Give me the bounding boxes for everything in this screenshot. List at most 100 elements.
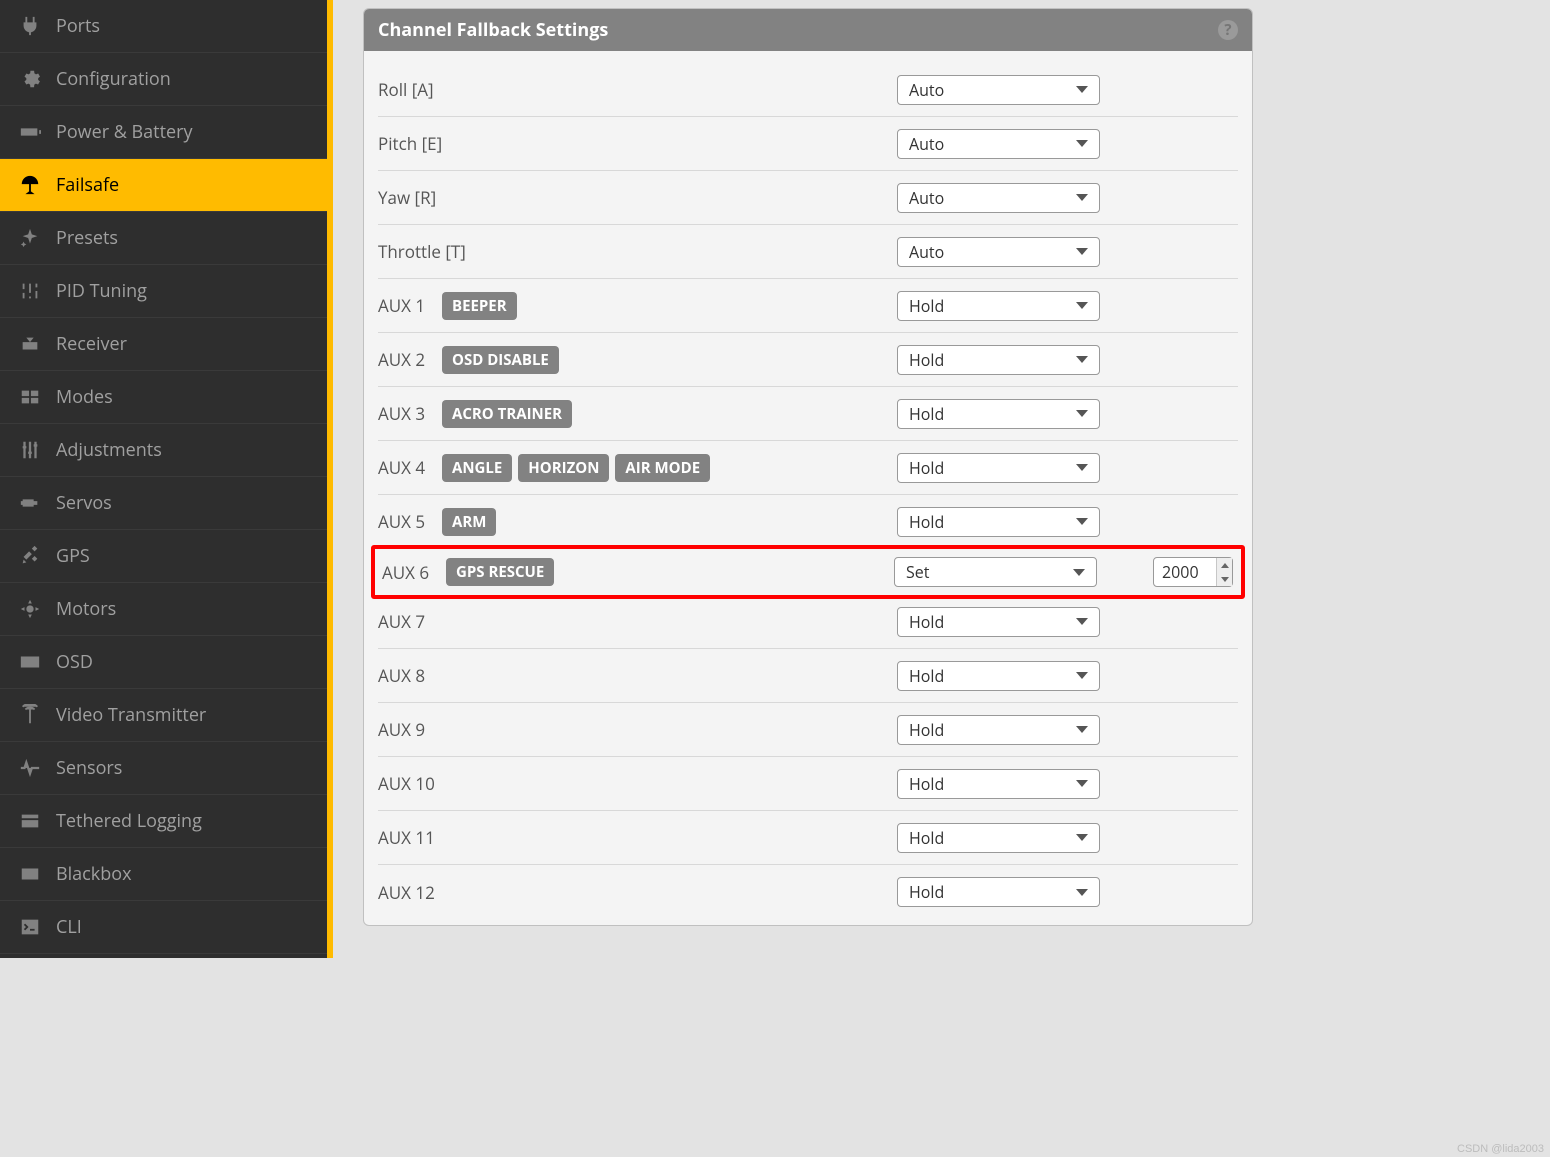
motor-icon <box>18 597 42 621</box>
sidebar-item-label: PID Tuning <box>56 279 147 303</box>
pulse-icon <box>18 756 42 780</box>
fallback-row: AUX 5ARMHold <box>378 495 1238 549</box>
channel-label: AUX 4 <box>378 456 438 479</box>
fallback-mode-select[interactable]: Hold <box>897 399 1100 429</box>
sidebar-item-adjustments[interactable]: Adjustments <box>0 424 327 477</box>
fallback-row: AUX 4ANGLEHORIZONAIR MODEHold <box>378 441 1238 495</box>
fallback-value-input[interactable]: 2000 <box>1153 557 1233 587</box>
fallback-mode-select[interactable]: Set <box>894 557 1097 587</box>
fallback-row: AUX 12Hold <box>378 865 1238 919</box>
chevron-down-icon <box>1076 248 1088 255</box>
select-value: Auto <box>909 133 944 155</box>
fallback-mode-select[interactable]: Hold <box>897 877 1100 907</box>
fallback-mode-select[interactable]: Hold <box>897 607 1100 637</box>
channel-label: AUX 10 <box>378 772 898 795</box>
spinner-buttons[interactable] <box>1216 558 1232 586</box>
channel-label: Pitch [E] <box>378 132 898 155</box>
sidebar-item-ports[interactable]: Ports <box>0 0 327 53</box>
help-icon[interactable]: ? <box>1218 20 1238 40</box>
sidebar-item-label: GPS <box>56 544 90 568</box>
mode-badge: AIR MODE <box>615 454 710 482</box>
sidebar-item-tethered-logging[interactable]: Tethered Logging <box>0 795 327 848</box>
sidebar-item-servos[interactable]: Servos <box>0 477 327 530</box>
fallback-row: AUX 7Hold <box>378 595 1238 649</box>
fallback-mode-select[interactable]: Hold <box>897 769 1100 799</box>
sidebar-item-label: Presets <box>56 226 118 250</box>
modes-icon <box>18 385 42 409</box>
fallback-mode-select[interactable]: Hold <box>897 345 1100 375</box>
sidebar: Ports Configuration Power & Battery Failsaf… <box>0 0 333 958</box>
channel-fallback-panel: Channel Fallback Settings ? Roll [A]Auto… <box>363 8 1253 926</box>
fallback-mode-select[interactable]: Hold <box>897 715 1100 745</box>
chevron-down-icon <box>1076 194 1088 201</box>
fallback-row: Yaw [R]Auto <box>378 171 1238 225</box>
sidebar-item-receiver[interactable]: Receiver <box>0 318 327 371</box>
sidebar-item-failsafe[interactable]: Failsafe <box>0 159 327 212</box>
sidebar-item-osd[interactable]: OSD <box>0 636 327 689</box>
sidebar-item-modes[interactable]: Modes <box>0 371 327 424</box>
sidebar-item-sensors[interactable]: Sensors <box>0 742 327 795</box>
chevron-down-icon <box>1076 464 1088 471</box>
sidebar-item-cli[interactable]: CLI <box>0 901 327 954</box>
step-up-icon[interactable] <box>1217 558 1232 572</box>
mode-badges: GPS RESCUE <box>446 558 554 586</box>
select-value: Hold <box>909 719 944 741</box>
sidebar-item-label: Ports <box>56 14 100 38</box>
mode-badges: ACRO TRAINER <box>442 400 572 428</box>
fallback-mode-select[interactable]: Hold <box>897 507 1100 537</box>
sidebar-item-pid-tuning[interactable]: PID Tuning <box>0 265 327 318</box>
fallback-mode-select[interactable]: Auto <box>897 129 1100 159</box>
fallback-mode-select[interactable]: Auto <box>897 75 1100 105</box>
gear-icon <box>18 67 42 91</box>
fallback-row: AUX 11Hold <box>378 811 1238 865</box>
select-value: Hold <box>909 295 944 317</box>
fallback-mode-select[interactable]: Hold <box>897 453 1100 483</box>
fallback-row: AUX 2OSD DISABLEHold <box>378 333 1238 387</box>
sidebar-item-label: Video Transmitter <box>56 703 206 727</box>
sidebar-item-label: Modes <box>56 385 113 409</box>
select-value: Hold <box>909 881 944 903</box>
select-value: Auto <box>909 241 944 263</box>
mode-badge: GPS RESCUE <box>446 558 554 586</box>
sidebar-item-presets[interactable]: Presets <box>0 212 327 265</box>
receiver-icon <box>18 332 42 356</box>
select-value: Hold <box>909 349 944 371</box>
battery-icon <box>18 120 42 144</box>
select-value: Hold <box>909 827 944 849</box>
chevron-down-icon <box>1076 672 1088 679</box>
step-down-icon[interactable] <box>1217 572 1232 586</box>
sidebar-item-label: Adjustments <box>56 438 162 462</box>
sidebar-item-blackbox[interactable]: Blackbox <box>0 848 327 901</box>
mode-badge: BEEPER <box>442 292 517 320</box>
fallback-mode-select[interactable]: Auto <box>897 183 1100 213</box>
sidebar-item-label: Configuration <box>56 67 171 91</box>
channel-label: AUX 6 <box>382 561 442 584</box>
fallback-mode-select[interactable]: Hold <box>897 823 1100 853</box>
plug-icon <box>18 14 42 38</box>
channel-label: AUX 2 <box>378 348 438 371</box>
sidebar-item-power-battery[interactable]: Power & Battery <box>0 106 327 159</box>
chevron-down-icon <box>1076 834 1088 841</box>
select-value: Auto <box>909 187 944 209</box>
fallback-rows: Roll [A]AutoPitch [E]AutoYaw [R]AutoThro… <box>364 51 1252 925</box>
chevron-down-icon <box>1076 86 1088 93</box>
fallback-mode-select[interactable]: Auto <box>897 237 1100 267</box>
mode-badges: ARM <box>442 508 496 536</box>
main-content: Channel Fallback Settings ? Roll [A]Auto… <box>333 0 1265 958</box>
sidebar-item-gps[interactable]: GPS <box>0 530 327 583</box>
fallback-mode-select[interactable]: Hold <box>897 661 1100 691</box>
fallback-mode-select[interactable]: Hold <box>897 291 1100 321</box>
watermark: CSDN @lida2003 <box>1457 1143 1544 1155</box>
chevron-down-icon <box>1076 780 1088 787</box>
fallback-row: AUX 6GPS RESCUE Set 2000 <box>371 545 1245 599</box>
sliders-icon <box>18 279 42 303</box>
sidebar-item-configuration[interactable]: Configuration <box>0 53 327 106</box>
fallback-row: AUX 1BEEPERHold <box>378 279 1238 333</box>
sidebar-item-label: Power & Battery <box>56 120 192 144</box>
channel-label: Throttle [T] <box>378 240 898 263</box>
servo-icon <box>18 491 42 515</box>
sidebar-item-video-transmitter[interactable]: Video Transmitter <box>0 689 327 742</box>
sidebar-item-motors[interactable]: Motors <box>0 583 327 636</box>
terminal-icon <box>18 915 42 939</box>
select-value: Hold <box>909 457 944 479</box>
